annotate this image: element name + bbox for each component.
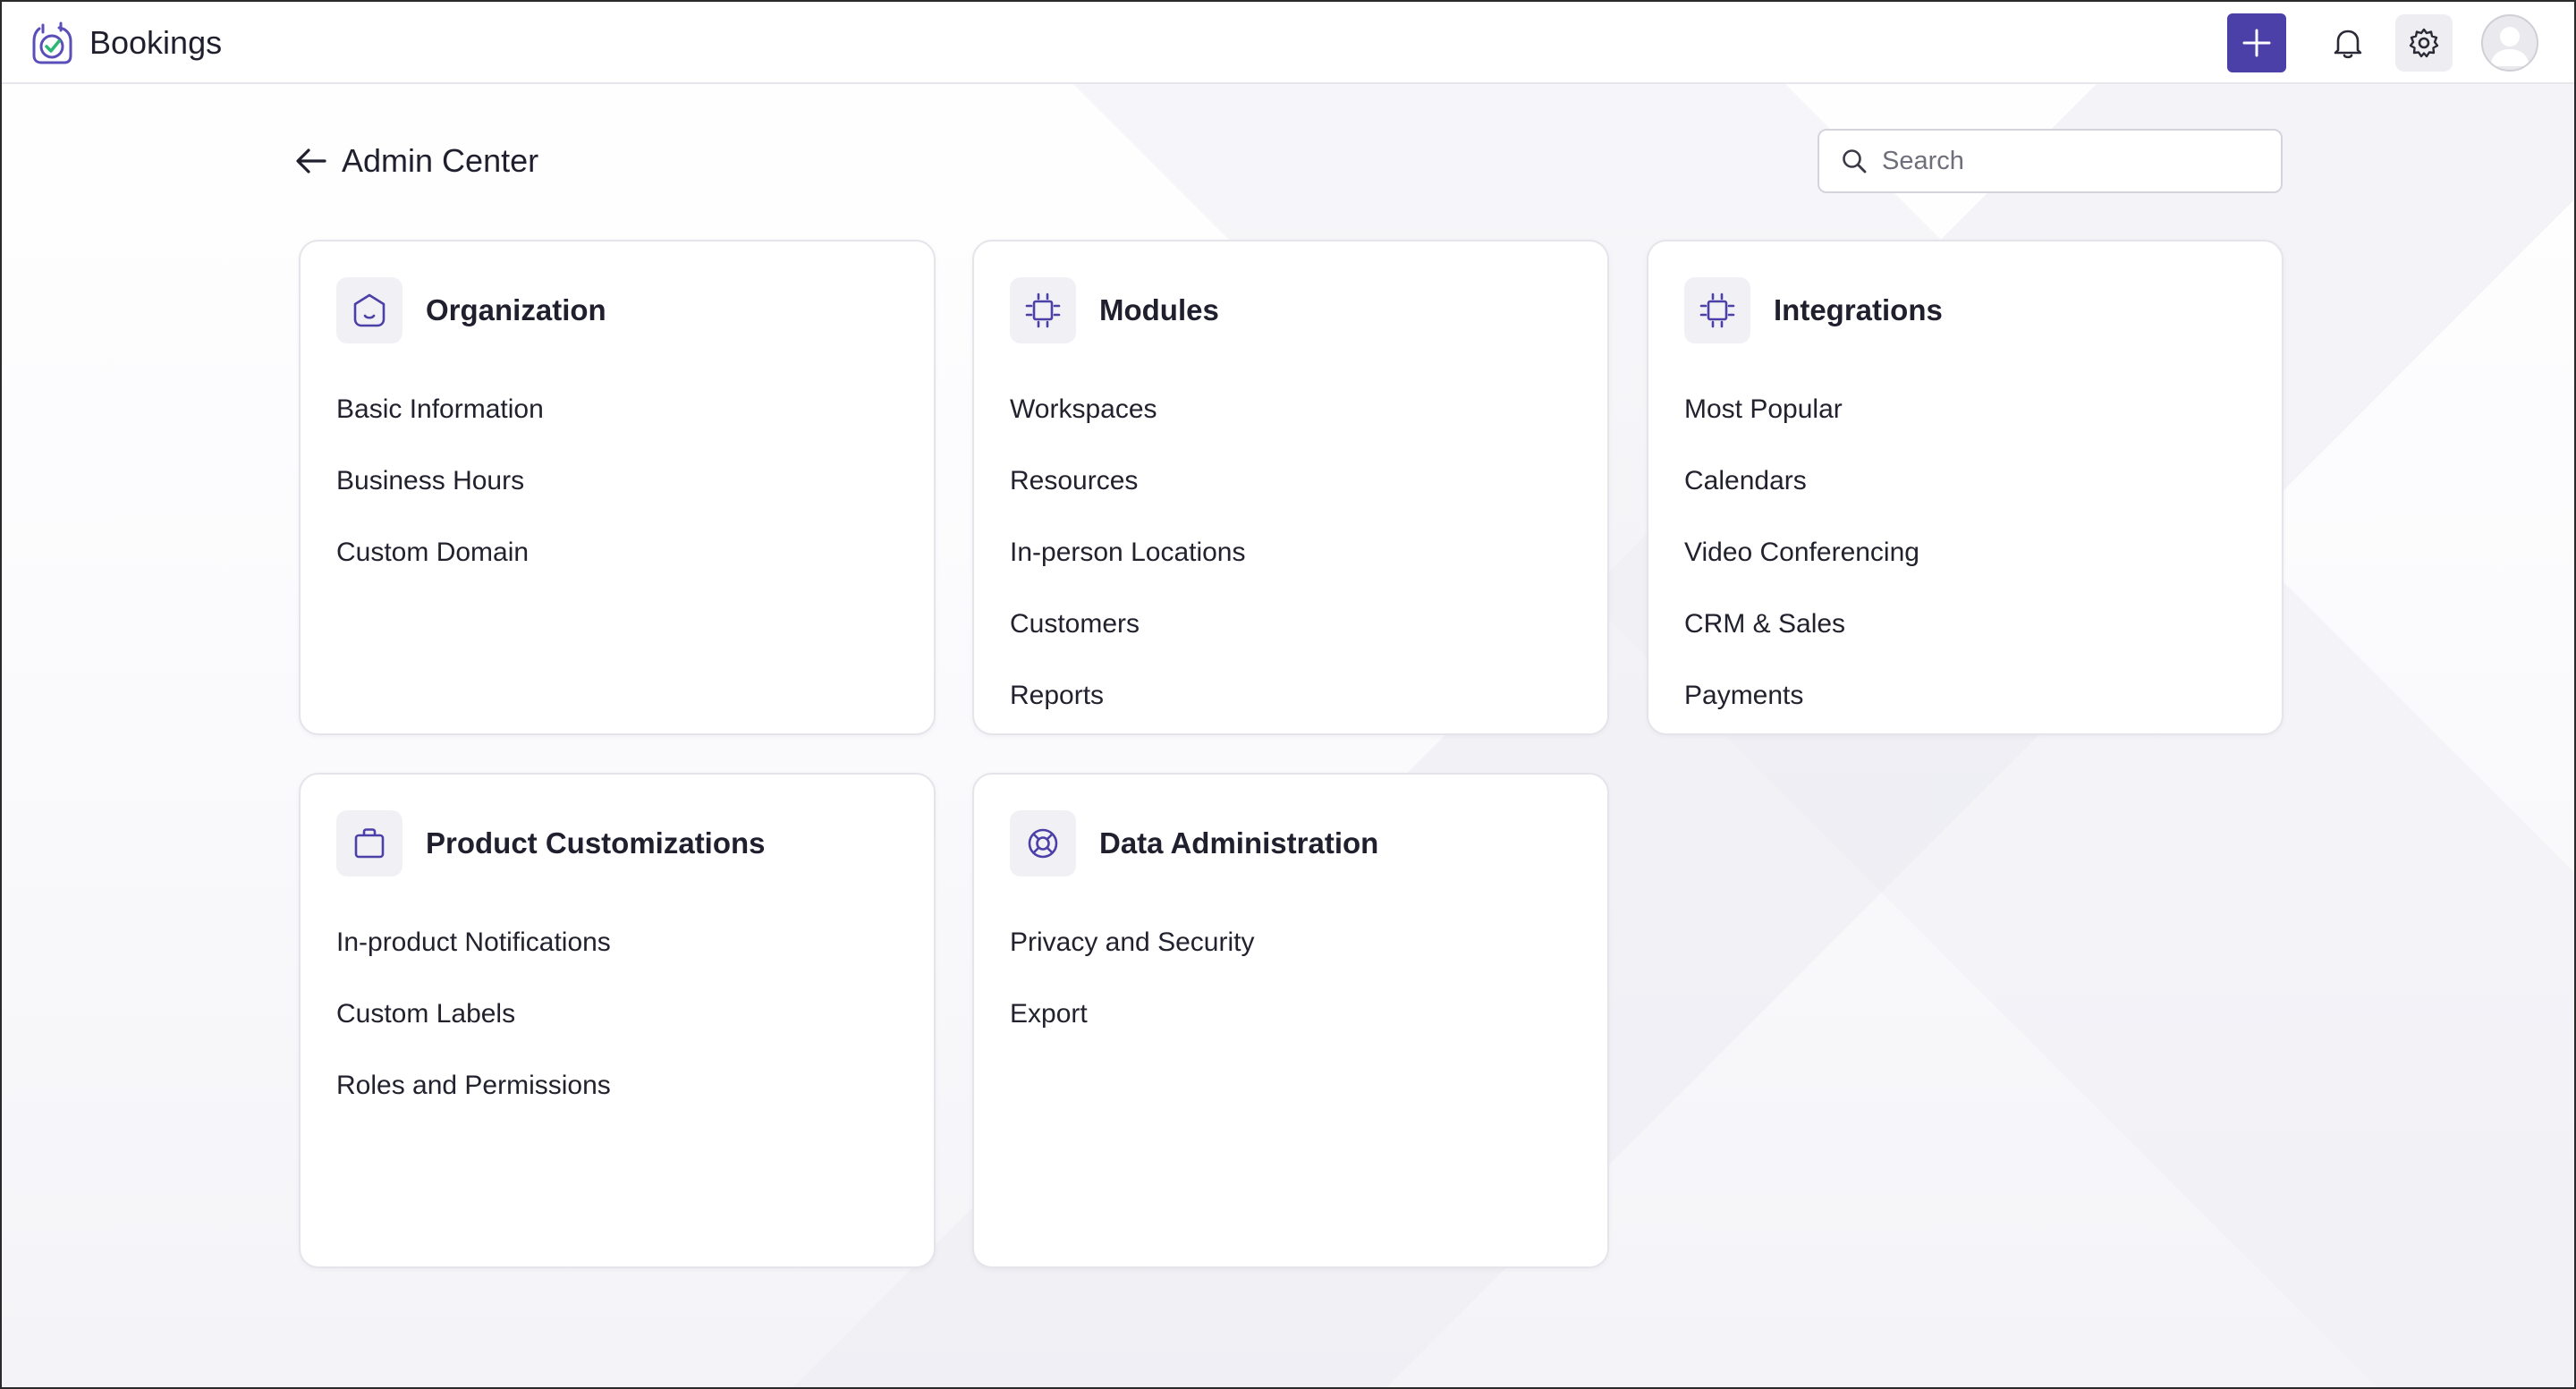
card-modules: Modules Workspaces Resources In-person L… — [972, 240, 1609, 735]
top-actions — [2227, 13, 2538, 73]
card-title: Product Customizations — [426, 826, 766, 860]
card-links: Basic Information Business Hours Custom … — [336, 374, 544, 589]
link-custom-domain[interactable]: Custom Domain — [336, 517, 544, 589]
bell-icon — [2334, 30, 2362, 59]
link-crm-sales[interactable]: CRM & Sales — [1684, 589, 1919, 660]
arrow-left-icon — [296, 148, 326, 174]
card-integrations: Integrations Most Popular Calendars Vide… — [1647, 240, 2284, 735]
link-export[interactable]: Export — [1010, 978, 1254, 1050]
link-calendars[interactable]: Calendars — [1684, 445, 1919, 517]
card-header: Data Administration — [1010, 810, 1378, 877]
page-header: Admin Center — [293, 134, 538, 188]
card-header: Product Customizations — [336, 810, 766, 877]
card-links: In-product Notifications Custom Labels R… — [336, 907, 611, 1122]
app-window: Bookings Admin Center Search Organizatio… — [0, 0, 2576, 1389]
link-custom-labels[interactable]: Custom Labels — [336, 978, 611, 1050]
plus-icon — [2242, 29, 2271, 57]
lifebuoy-icon — [1028, 828, 1058, 859]
briefcase-icon — [354, 828, 385, 859]
card-icon-container — [336, 277, 402, 343]
card-links: Privacy and Security Export — [1010, 907, 1254, 1050]
settings-button[interactable] — [2395, 14, 2453, 72]
app-name: Bookings — [89, 24, 223, 61]
user-avatar[interactable] — [2481, 14, 2538, 72]
card-title: Modules — [1099, 293, 1219, 326]
user-avatar-icon — [2490, 27, 2529, 66]
link-privacy-and-security[interactable]: Privacy and Security — [1010, 907, 1254, 978]
brand[interactable]: Bookings — [29, 18, 222, 68]
card-icon-container — [1684, 277, 1750, 343]
card-title: Data Administration — [1099, 826, 1379, 860]
search-input[interactable] — [1882, 146, 2258, 176]
link-in-person-locations[interactable]: In-person Locations — [1010, 517, 1246, 589]
card-icon-container — [1010, 277, 1076, 343]
link-most-popular[interactable]: Most Popular — [1684, 374, 1919, 445]
back-button[interactable] — [293, 143, 329, 179]
link-workspaces[interactable]: Workspaces — [1010, 374, 1246, 445]
link-payments[interactable]: Payments — [1684, 660, 1919, 732]
link-basic-information[interactable]: Basic Information — [336, 374, 544, 445]
top-bar: Bookings — [2, 2, 2574, 84]
integrations-chip-icon — [1699, 292, 1735, 328]
card-icon-container — [336, 810, 402, 877]
modules-chip-icon — [1025, 292, 1061, 328]
link-resources[interactable]: Resources — [1010, 445, 1246, 517]
card-data-administration: Data Administration Privacy and Security… — [972, 773, 1609, 1268]
search-box[interactable] — [1818, 129, 2283, 193]
card-organization: Organization Basic Information Business … — [299, 240, 936, 735]
card-product-customizations: Product Customizations In-product Notifi… — [299, 773, 936, 1268]
link-roles-and-permissions[interactable]: Roles and Permissions — [336, 1050, 611, 1122]
card-links: Workspaces Resources In-person Locations… — [1010, 374, 1246, 732]
add-button[interactable] — [2227, 13, 2286, 72]
card-header: Modules — [1010, 277, 1219, 343]
notifications-button[interactable] — [2326, 21, 2370, 65]
card-header: Organization — [336, 277, 606, 343]
bookings-logo-icon — [32, 21, 72, 64]
search-icon — [1843, 149, 1867, 174]
link-customers[interactable]: Customers — [1010, 589, 1246, 660]
page-title: Admin Center — [342, 142, 539, 179]
card-title: Organization — [426, 293, 606, 326]
gear-icon — [2409, 28, 2439, 58]
card-header: Integrations — [1684, 277, 1943, 343]
card-icon-container — [1010, 810, 1076, 877]
link-in-product-notifications[interactable]: In-product Notifications — [336, 907, 611, 978]
link-reports[interactable]: Reports — [1010, 660, 1246, 732]
card-links: Most Popular Calendars Video Conferencin… — [1684, 374, 1919, 732]
card-title: Integrations — [1774, 293, 1943, 326]
link-business-hours[interactable]: Business Hours — [336, 445, 544, 517]
organization-icon — [353, 293, 386, 327]
link-video-conferencing[interactable]: Video Conferencing — [1684, 517, 1919, 589]
